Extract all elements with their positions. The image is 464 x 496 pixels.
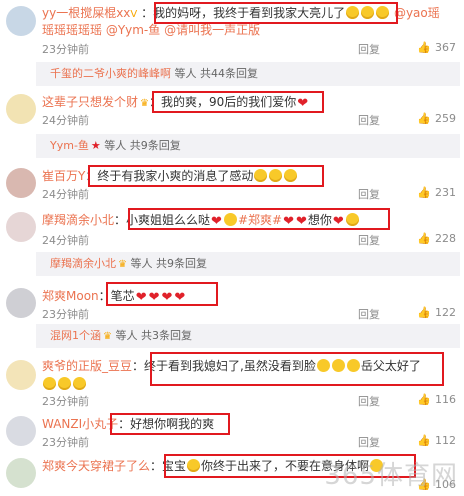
username[interactable]: 郑爽Moon: [42, 289, 99, 303]
reply-button[interactable]: 回复: [358, 434, 380, 450]
thumb-up-icon: 👍: [417, 434, 431, 447]
comment-2: 这辈子只想发个财 ♛：我的爽，90后的我们爱你❤ 24分钟前 回复 👍 259: [0, 88, 464, 128]
like-button[interactable]: 👍 116: [417, 393, 456, 406]
reply-thread[interactable]: 摩羯滴余小北 ♛ 等人 共9条回复: [36, 252, 460, 276]
comment-5: 郑爽Moon：笔芯❤ ❤ ❤ ❤ 23分钟前 回复 👍 122: [0, 280, 464, 322]
like-button[interactable]: 👍 231: [417, 186, 456, 199]
username[interactable]: 摩羯滴余小北: [42, 213, 114, 227]
reply-button[interactable]: 回复: [358, 112, 380, 128]
timestamp: 23分钟前: [42, 436, 89, 449]
highlight-box: [150, 352, 444, 386]
timestamp: 23分钟前: [42, 308, 89, 321]
comment-4: 摩羯滴余小北：小爽姐姐么么哒❤ #郑爽#❤ ❤想你❤ 24分钟前 回复 👍 228: [0, 204, 464, 248]
username[interactable]: 郑爽今天穿裙子了么: [42, 459, 150, 473]
like-button[interactable]: 👍 228: [417, 232, 456, 245]
timestamp: 23分钟前: [42, 43, 89, 56]
username[interactable]: 崔百万Y: [42, 169, 85, 183]
reply-button[interactable]: 回复: [358, 186, 380, 202]
timestamp: 23分钟前: [42, 395, 89, 408]
username[interactable]: yy一根搅屎棍xx: [42, 6, 130, 20]
username[interactable]: WANZI小丸子: [42, 417, 118, 431]
avatar[interactable]: [6, 6, 36, 36]
mention-link[interactable]: 瑶瑶瑶瑶瑶 @Yym-鱼 @请叫我一声正版: [42, 23, 260, 37]
timestamp: 24分钟前: [42, 234, 89, 247]
thumb-up-icon: 👍: [417, 232, 431, 245]
mention-link[interactable]: @yao瑶: [394, 6, 440, 20]
username[interactable]: 爽爷的正版_豆豆: [42, 359, 132, 373]
reply-button[interactable]: 回复: [358, 306, 380, 322]
timestamp: 24分钟前: [42, 188, 89, 201]
comment-3: 崔百万Y：终于有我家小爽的消息了感动 24分钟前 回复 👍 231: [0, 160, 464, 202]
vip-icon: V: [130, 9, 138, 20]
thumb-up-icon: 👍: [417, 306, 431, 319]
avatar[interactable]: [6, 168, 36, 198]
avatar[interactable]: [6, 416, 36, 446]
like-button[interactable]: 👍 112: [417, 434, 456, 447]
highlight-box: [154, 2, 398, 24]
avatar[interactable]: [6, 360, 36, 390]
reply-button[interactable]: 回复: [358, 393, 380, 409]
reply-button[interactable]: 回复: [358, 232, 380, 248]
thumb-up-icon: 👍: [417, 393, 431, 406]
highlight-box: [128, 208, 390, 230]
thumb-up-icon: 👍: [417, 112, 431, 125]
timestamp: 24分钟前: [42, 114, 89, 127]
like-button[interactable]: 👍 122: [417, 306, 456, 319]
highlight-box: [106, 282, 218, 306]
avatar[interactable]: [6, 212, 36, 242]
like-button[interactable]: 👍 259: [417, 112, 456, 125]
highlight-box: [110, 413, 230, 435]
highlight-box: [152, 91, 324, 113]
comment-1: yy一根搅屎棍xxV ：我的妈呀，我终于看到我家大亮儿了 @yao瑶 瑶瑶瑶瑶瑶…: [0, 0, 464, 58]
avatar[interactable]: [6, 94, 36, 124]
avatar[interactable]: [6, 458, 36, 488]
watermark: 365体育网: [324, 461, 458, 491]
reply-thread[interactable]: Yym-鱼 ★ 等人 共9条回复: [36, 134, 460, 158]
medal-icon: ♛: [140, 98, 149, 109]
reply-button[interactable]: 回复: [358, 41, 380, 57]
highlight-box: [88, 165, 324, 187]
thumb-up-icon: 👍: [417, 41, 431, 54]
username[interactable]: 这辈子只想发个财: [42, 95, 138, 109]
comment-7: WANZI小丸子：好想你啊我的爽 23分钟前 回复 👍 112: [0, 408, 464, 450]
like-button[interactable]: 👍 367: [417, 41, 456, 54]
avatar[interactable]: [6, 288, 36, 318]
comment-6: 爽爷的正版_豆豆：终于看到我媳妇了,虽然没看到脸 岳父太好了 23分钟前 回复 👍…: [0, 352, 464, 409]
reply-thread[interactable]: 千玺的二爷小爽的峰峰啊 等人 共44条回复: [36, 62, 460, 86]
thumb-up-icon: 👍: [417, 186, 431, 199]
reply-thread[interactable]: 混网1个涵 ♛ 等人 共3条回复: [36, 324, 460, 348]
